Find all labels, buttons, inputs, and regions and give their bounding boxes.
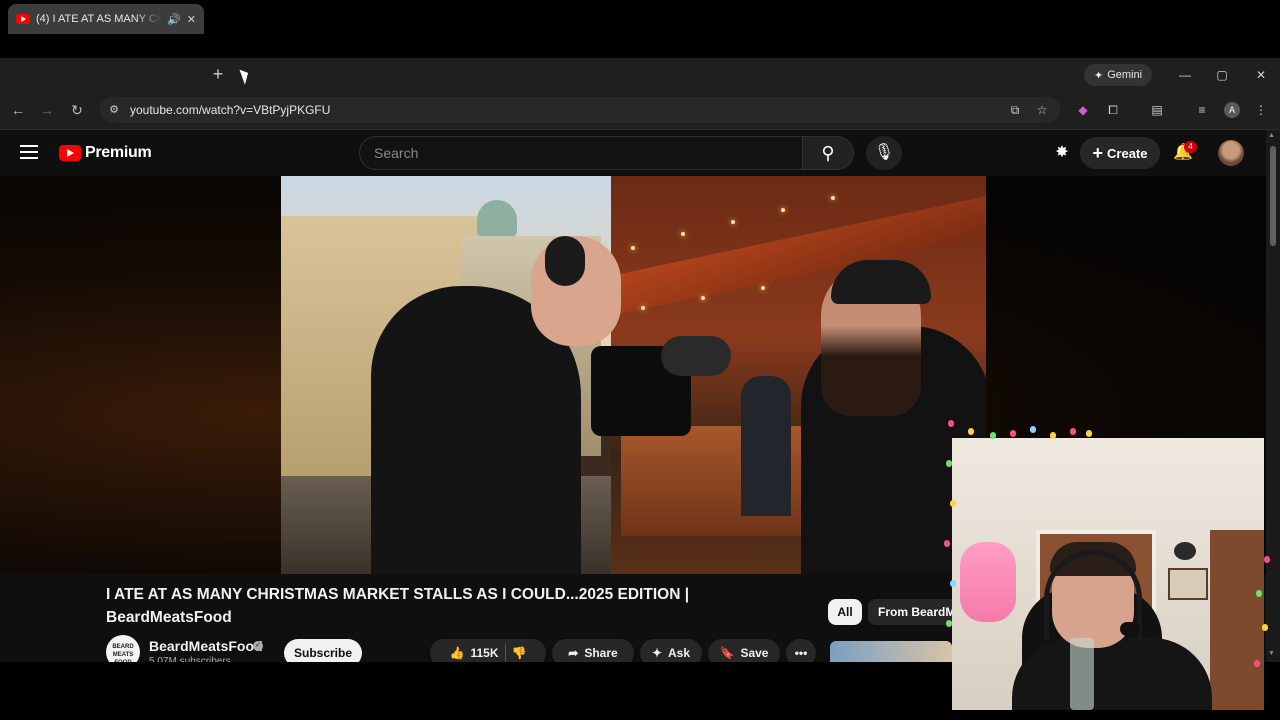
christmas-light — [950, 580, 956, 587]
gemini-button[interactable]: ✦ Gemini — [1084, 64, 1152, 86]
string-light — [831, 196, 835, 200]
install-app-icon[interactable]: ⧉ — [1006, 101, 1024, 119]
string-light — [631, 246, 635, 250]
share-arrow-icon: ➦ — [568, 646, 579, 660]
user-avatar[interactable] — [1218, 140, 1244, 166]
close-window-icon[interactable]: ✕ — [1250, 64, 1272, 86]
webcam-plush-toy — [960, 542, 1016, 622]
christmas-light — [1086, 430, 1092, 437]
reload-icon[interactable]: ↻ — [67, 100, 87, 120]
video-background-person — [741, 376, 791, 516]
string-light — [641, 306, 645, 310]
christmas-light — [1264, 556, 1270, 563]
save-label: Save — [740, 646, 769, 660]
site-info-icon[interactable]: ⚙ — [106, 102, 122, 118]
voice-search-button[interactable]: 🎙 — [866, 136, 902, 170]
scrollbar-thumb[interactable] — [1270, 146, 1276, 246]
sparkle-icon: ✦ — [1093, 69, 1104, 82]
webcam-door — [1210, 530, 1264, 710]
gaming-icon[interactable]: ✸ — [1052, 143, 1072, 163]
sparkle-icon: ✦ — [651, 646, 663, 660]
christmas-light — [944, 540, 950, 547]
webcam-streamer-body — [1012, 638, 1212, 710]
forward-icon[interactable]: → — [37, 100, 57, 120]
bookmark-star-icon[interactable]: ☆ — [1033, 101, 1051, 119]
search-button[interactable]: ⚲ — [802, 136, 854, 170]
christmas-light — [1030, 426, 1036, 433]
create-label: Create — [1107, 145, 1148, 161]
youtube-favicon-icon — [16, 14, 30, 24]
bookmark-icon: 🔖 — [719, 646, 735, 660]
string-light — [681, 232, 685, 236]
verified-check-icon: ✓ — [253, 641, 263, 651]
extension-purple-icon[interactable]: ◆ — [1074, 101, 1092, 119]
tab-close-icon[interactable]: ✕ — [187, 13, 196, 26]
christmas-light — [948, 420, 954, 427]
hamburger-menu-icon[interactable] — [20, 145, 38, 159]
string-light — [701, 296, 705, 300]
video-dome — [477, 200, 517, 236]
profile-avatar[interactable]: A — [1224, 102, 1240, 118]
christmas-light — [990, 432, 996, 439]
christmas-light — [1254, 660, 1260, 667]
video-title: I ATE AT AS MANY CHRISTMAS MARKET STALLS… — [106, 586, 690, 626]
video-player[interactable] — [281, 176, 986, 574]
video-boom-mic — [661, 336, 731, 376]
streamer-webcam-overlay — [952, 438, 1264, 710]
webcam-headset-mic — [1120, 622, 1140, 636]
ask-label: Ask — [668, 646, 691, 660]
christmas-light — [1050, 432, 1056, 439]
new-tab-button[interactable]: + — [210, 62, 226, 86]
string-light — [761, 286, 765, 290]
media-control-icon[interactable]: ≡ — [1193, 101, 1211, 119]
youtube-play-icon — [59, 145, 81, 161]
notification-badge: 4 — [1184, 141, 1197, 153]
christmas-light — [946, 620, 952, 627]
back-icon[interactable]: ← — [8, 100, 28, 120]
channel-name[interactable]: BeardMeatsFood — [149, 638, 263, 654]
microphone-icon: 🎙 — [873, 144, 895, 161]
scroll-up-icon[interactable]: ▲ — [1268, 132, 1275, 139]
christmas-light — [1262, 624, 1268, 631]
chip-all[interactable]: All — [828, 599, 862, 625]
tab-title: (4) I ATE AT AS MANY CHRISTMAS MARKET ST… — [36, 13, 162, 25]
share-label: Share — [584, 646, 618, 660]
video-cap — [831, 260, 931, 304]
gemini-label: Gemini — [1107, 69, 1143, 81]
like-divider — [504, 644, 506, 662]
webcam-picture-frame — [1168, 568, 1208, 600]
plus-icon: + — [1092, 142, 1104, 163]
christmas-light — [1256, 590, 1262, 597]
sidebar-icon[interactable]: ▤ — [1148, 101, 1166, 119]
string-light — [731, 220, 735, 224]
search-icon: ⚲ — [821, 143, 835, 163]
christmas-light — [968, 428, 974, 435]
browser-tab-active[interactable]: (4) I ATE AT AS MANY CHRISTMAS MARKET ST… — [8, 4, 204, 34]
string-light — [781, 208, 785, 212]
thumbs-up-icon[interactable]: 👍 — [450, 646, 465, 660]
chip-from-channel[interactable]: From BeardMeatsFood — [868, 599, 958, 625]
webcam-glass-object — [1070, 638, 1094, 710]
thumbs-down-icon[interactable]: 👎 — [512, 646, 527, 660]
christmas-light — [1070, 428, 1076, 435]
christmas-light — [950, 500, 956, 507]
christmas-light — [946, 460, 952, 467]
webcam-wall-clock — [1174, 542, 1196, 560]
browser-menu-icon[interactable]: ⋮ — [1252, 101, 1270, 119]
like-count[interactable]: 115K — [470, 646, 498, 660]
logo-word: Premium — [85, 144, 152, 161]
scroll-down-icon[interactable]: ▼ — [1268, 650, 1275, 657]
extensions-puzzle-icon[interactable]: ⧠ — [1104, 101, 1122, 119]
letterbox-bottom — [0, 662, 944, 720]
christmas-light — [1010, 430, 1016, 437]
minimize-icon[interactable]: — — [1174, 64, 1196, 86]
create-button[interactable]: + Create — [1080, 137, 1160, 169]
speaker-icon[interactable]: 🔊 — [167, 13, 181, 26]
maximize-icon[interactable]: ▢ — [1211, 64, 1233, 86]
youtube-logo[interactable]: Premium — [59, 144, 152, 162]
search-input[interactable]: Search — [359, 136, 803, 170]
recommended-video-thumbnail[interactable] — [830, 641, 952, 662]
url-text[interactable]: youtube.com/watch?v=VBtPyjPKGFU — [130, 103, 330, 117]
video-headphones — [545, 236, 585, 286]
